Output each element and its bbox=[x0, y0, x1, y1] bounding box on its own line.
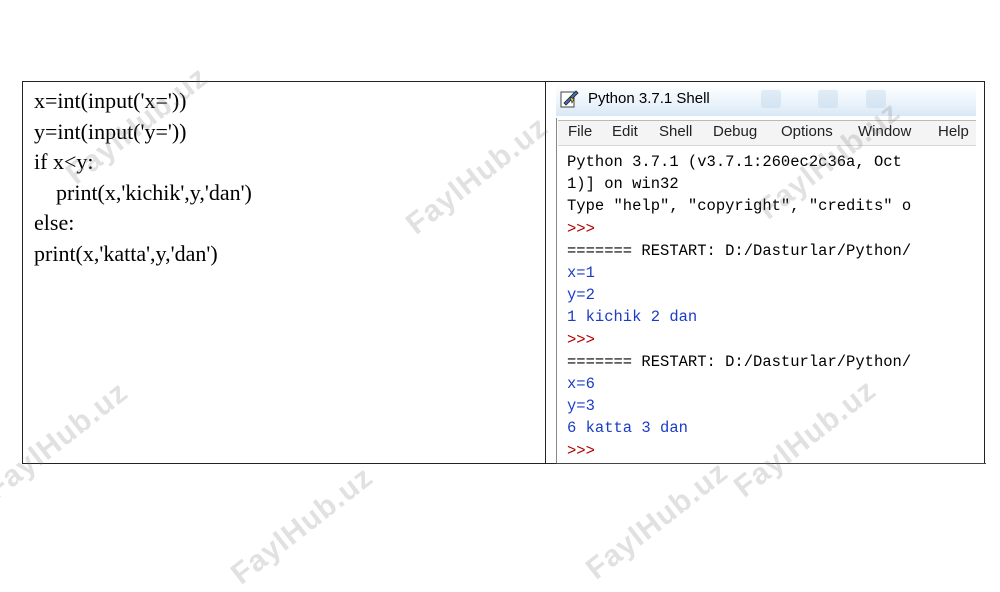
shell-output-line: 1)] on win32 bbox=[567, 175, 679, 194]
shell-output[interactable]: Python 3.7.1 (v3.7.1:260ec2c36a, Oct 1)] … bbox=[567, 151, 911, 462]
titlebar-glass-icon bbox=[818, 90, 838, 108]
shell-output-line: x=1 bbox=[567, 264, 595, 283]
code-line: print(x,'kichik',y,'dan') bbox=[34, 179, 252, 205]
shell-border bbox=[556, 463, 986, 464]
shell-menubar: File Edit Shell Debug Options Window Hel… bbox=[558, 120, 976, 146]
shell-output-line: y=3 bbox=[567, 397, 595, 416]
python-feather-icon bbox=[560, 90, 579, 108]
shell-output-line: >>> bbox=[567, 219, 595, 238]
shell-output-line: 1 kichik 2 dan bbox=[567, 308, 698, 327]
shell-output-line: ======= RESTART: D:/Dasturlar/Python/ bbox=[567, 241, 912, 260]
python-shell-window: Python 3.7.1 Shell File Edit Shell Debug… bbox=[556, 84, 976, 464]
titlebar-glass-icon bbox=[866, 90, 886, 108]
code-editor: x=int(input('x=')) y=int(input('y=')) if… bbox=[34, 86, 252, 269]
shell-border bbox=[556, 118, 557, 464]
shell-output-line: >>> bbox=[567, 330, 595, 349]
menu-shell[interactable]: Shell bbox=[659, 123, 692, 140]
code-line: else: bbox=[34, 210, 75, 235]
titlebar-glass-icon bbox=[761, 90, 781, 108]
code-line: x=int(input('x=')) bbox=[34, 88, 187, 113]
shell-output-line: Python 3.7.1 (v3.7.1:260ec2c36a, Oct bbox=[567, 153, 902, 171]
shell-output-line: >>> bbox=[567, 441, 595, 460]
watermark-text: FaylHub.uz bbox=[580, 455, 735, 587]
shell-output-line: Type "help", "copyright", "credits" o bbox=[567, 197, 912, 216]
shell-titlebar[interactable]: Python 3.7.1 Shell bbox=[556, 84, 976, 116]
shell-title: Python 3.7.1 Shell bbox=[588, 90, 710, 107]
menu-file[interactable]: File bbox=[568, 123, 592, 140]
menu-window[interactable]: Window bbox=[858, 123, 911, 140]
shell-output-line: 6 katta 3 dan bbox=[567, 419, 688, 438]
shell-output-line: ======= RESTART: D:/Dasturlar/Python/ bbox=[567, 352, 912, 371]
code-line: if x<y: bbox=[34, 149, 94, 174]
menu-help[interactable]: Help bbox=[938, 123, 969, 140]
menu-options[interactable]: Options bbox=[781, 123, 833, 140]
watermark-text: FaylHub.uz bbox=[225, 460, 380, 592]
menu-edit[interactable]: Edit bbox=[612, 123, 638, 140]
code-line: print(x,'katta',y,'dan') bbox=[34, 240, 218, 266]
shell-output-line: x=6 bbox=[567, 375, 595, 394]
panel-divider bbox=[545, 81, 546, 464]
shell-output-line: y=2 bbox=[567, 286, 595, 305]
code-line: y=int(input('y=')) bbox=[34, 118, 187, 144]
menu-debug[interactable]: Debug bbox=[713, 123, 757, 140]
